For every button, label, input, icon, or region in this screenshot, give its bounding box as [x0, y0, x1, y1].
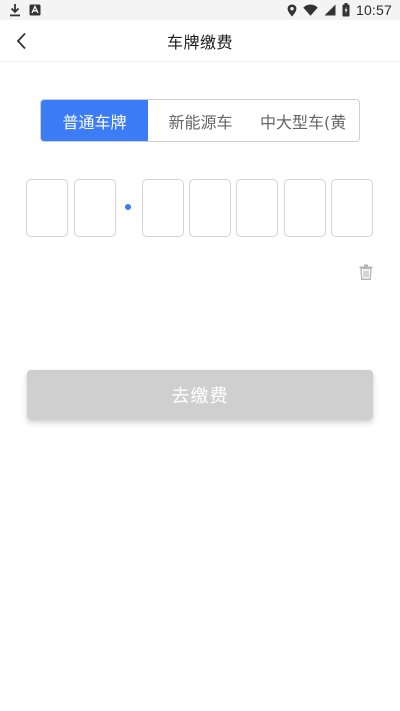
- tab-new-energy-plate[interactable]: 新能源车: [148, 100, 253, 141]
- chevron-left-icon: [15, 32, 29, 50]
- location-icon: [287, 4, 297, 17]
- trash-icon: [359, 264, 373, 280]
- status-left: [9, 3, 41, 17]
- back-button[interactable]: [6, 25, 38, 57]
- plate-char-input-5[interactable]: [236, 179, 278, 237]
- plate-char-input-3[interactable]: [142, 179, 184, 237]
- plate-type-tabs: 普通车牌 新能源车 中大型车(黄: [40, 99, 360, 142]
- plate-char-input-6[interactable]: [284, 179, 326, 237]
- plate-char-input-2[interactable]: [74, 179, 116, 237]
- plate-separator-dot: [125, 204, 131, 210]
- plate-char-input-4[interactable]: [189, 179, 231, 237]
- status-time: 10:57: [355, 2, 392, 18]
- pay-button[interactable]: 去缴费: [27, 370, 373, 420]
- status-right: 10:57: [287, 2, 392, 18]
- status-bar: 10:57: [0, 0, 400, 20]
- battery-icon: [342, 3, 350, 17]
- cell-signal-icon: [324, 4, 336, 16]
- plate-char-input-1[interactable]: [26, 179, 68, 237]
- plate-char-input-7[interactable]: [331, 179, 373, 237]
- wifi-icon: [303, 4, 318, 16]
- tab-regular-plate[interactable]: 普通车牌: [41, 100, 148, 141]
- title-bar: 车牌缴费: [0, 20, 400, 62]
- page-title: 车牌缴费: [166, 32, 233, 52]
- tab-large-vehicle-plate[interactable]: 中大型车(黄: [253, 100, 359, 141]
- clear-plate-button[interactable]: [356, 262, 376, 282]
- app-notification-icon: [29, 4, 41, 16]
- download-icon: [9, 3, 21, 17]
